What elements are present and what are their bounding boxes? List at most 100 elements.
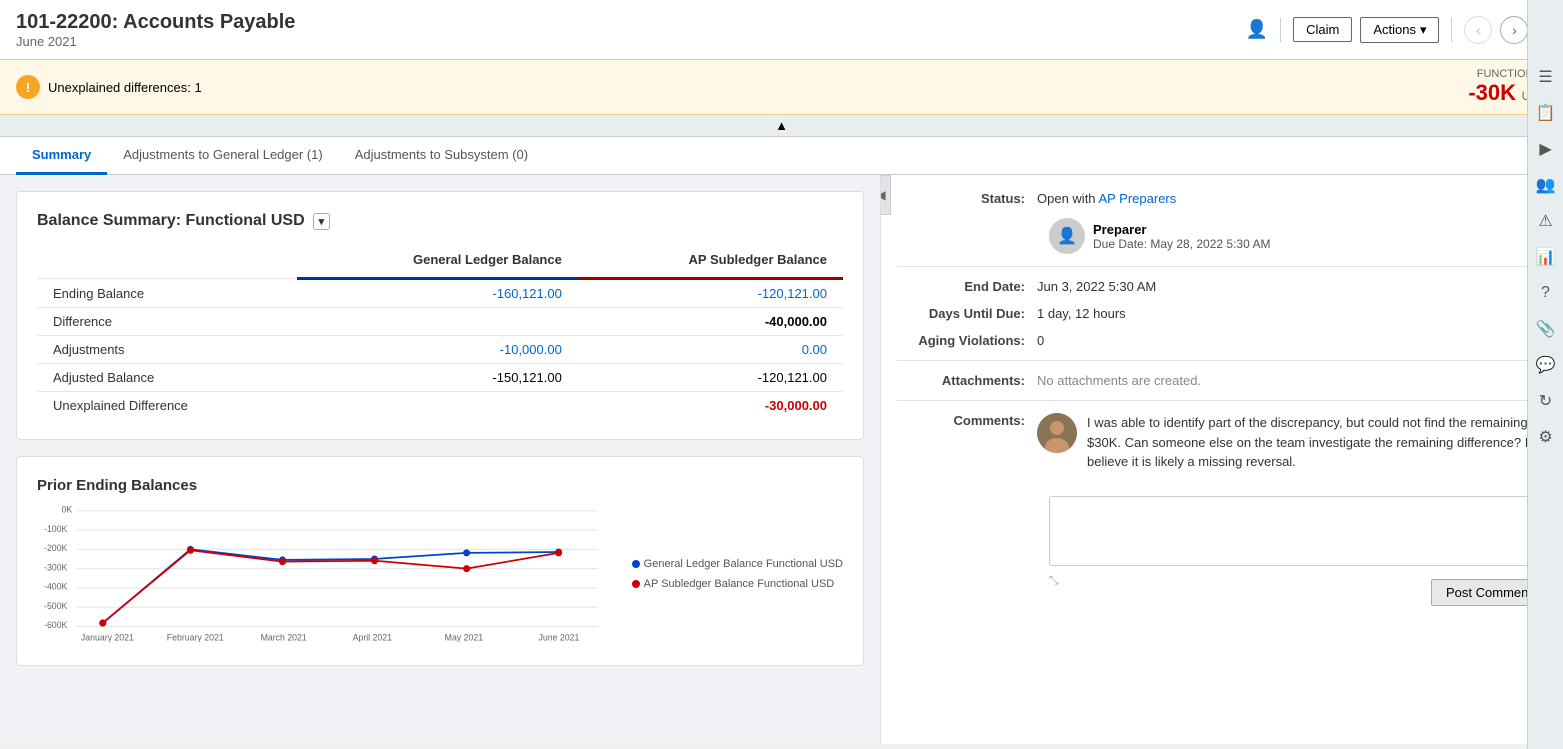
legend-ap: AP Subledger Balance Functional USD [632,578,843,590]
comment-input-area: ⤡ Post Comment [1049,496,1547,606]
main-content: Balance Summary: Functional USD ▾ Genera… [0,175,1563,744]
svg-text:-600K: -600K [44,620,68,630]
row-ap-value: 0.00 [578,336,843,364]
row-ap-value: -120,121.00 [578,279,843,308]
attachments-label: Attachments: [897,373,1037,388]
balance-table: General Ledger Balance AP Subledger Bala… [37,246,843,419]
warning-bar: ! Unexplained differences: 1 FUNCTIONAL … [0,60,1563,115]
svg-text:-400K: -400K [44,582,68,592]
attachments-value: No attachments are created. [1037,373,1201,388]
sidebar-icons: ☰ 📋 ▶ 👥 ⚠ 📊 ? 📎 💬 ↻ ⚙ [1527,0,1563,749]
nav-prev-button[interactable]: ‹ [1464,16,1492,44]
right-panel-collapse-btn[interactable]: ◀ [880,175,891,215]
aging-value: 0 [1037,333,1044,348]
nav-next-button[interactable]: › [1500,16,1528,44]
sidebar-list-icon[interactable]: ☰ [1529,60,1563,94]
comment-textarea[interactable] [1049,496,1547,566]
account-name: Accounts Payable [123,11,295,33]
svg-text:-200K: -200K [44,543,68,553]
actions-label: Actions [1373,22,1416,37]
preparer-due-date: Due Date: May 28, 2022 5:30 AM [1093,237,1270,251]
chart-card: Prior Ending Balances 0K -100K -200K -30… [16,456,864,666]
header-actions: 👤 Claim Actions ▾ ‹ › × [1246,16,1547,44]
balance-summary-card: Balance Summary: Functional USD ▾ Genera… [16,191,864,440]
divider2 [1451,18,1452,42]
sidebar-doc-icon[interactable]: 📋 [1529,96,1563,130]
legend-ap-label: AP Subledger Balance Functional USD [644,578,835,590]
functional-amount: -30K [1468,80,1516,105]
account-title: 101-22200: Accounts Payable [16,11,295,34]
top-header: 101-22200: Accounts Payable June 2021 👤 … [0,0,1563,60]
sidebar-play-icon[interactable]: ▶ [1529,132,1563,166]
sidebar-settings-icon[interactable]: ⚙ [1529,420,1563,454]
sidebar-chat-icon[interactable]: 💬 [1529,348,1563,382]
table-row: Adjusted Balance -150,121.00 -120,121.00 [37,364,843,392]
row-label: Difference [37,308,297,336]
divider [1280,18,1281,42]
warning-message: Unexplained differences: 1 [48,80,202,95]
row-gl-value: -160,121.00 [297,279,578,308]
row-label: Adjusted Balance [37,364,297,392]
separator1 [897,266,1547,267]
days-until-label: Days Until Due: [897,306,1037,321]
account-code: 101-22200: [16,11,118,33]
svg-text:-300K: -300K [44,562,68,572]
period-label: June 2021 [16,34,295,49]
separator3 [897,400,1547,401]
collapse-icon: ▲ [775,118,788,133]
balance-dropdown-icon[interactable]: ▾ [313,213,331,230]
preparer-avatar: 👤 [1049,218,1085,254]
col-ap-header: AP Subledger Balance [578,246,843,279]
aging-label: Aging Violations: [897,333,1037,348]
legend-gl-dot [632,560,640,568]
svg-text:May 2021: May 2021 [445,633,484,643]
warning-left: ! Unexplained differences: 1 [16,75,202,99]
right-panel: ◀ Status: Open with AP Preparers 👤 Prepa… [880,175,1563,744]
col-gl-header: General Ledger Balance [297,246,578,279]
balance-summary-title: Balance Summary: Functional USD ▾ [37,212,843,230]
chart-container: 0K -100K -200K -300K -400K -500K -600K [37,502,616,645]
sidebar-user-cog-icon[interactable]: 👥 [1529,168,1563,202]
legend-gl-label: General Ledger Balance Functional USD [644,558,843,570]
svg-text:February 2021: February 2021 [167,633,224,643]
sidebar-paperclip-icon[interactable]: 📎 [1529,312,1563,346]
row-label: Adjustments [37,336,297,364]
sidebar-question-icon[interactable]: ? [1529,276,1563,310]
tabs-bar: Summary Adjustments to General Ledger (1… [0,137,1563,175]
status-link[interactable]: AP Preparers [1098,191,1176,206]
end-date-row: End Date: Jun 3, 2022 5:30 AM [897,279,1547,294]
row-gl-value [297,308,578,336]
actions-button[interactable]: Actions ▾ [1360,17,1439,43]
comment-row: I was able to identify part of the discr… [1037,413,1547,472]
days-until-value: 1 day, 12 hours [1037,306,1126,321]
end-date-label: End Date: [897,279,1037,294]
svg-text:April 2021: April 2021 [353,633,393,643]
user-icon: 👤 [1246,19,1268,40]
sidebar-data-icon[interactable]: 📊 [1529,240,1563,274]
chart-area: 0K -100K -200K -300K -400K -500K -600K [37,502,843,645]
tab-summary[interactable]: Summary [16,137,107,175]
svg-text:-100K: -100K [44,524,68,534]
status-label: Status: [897,191,1037,206]
tab-subsystem[interactable]: Adjustments to Subsystem (0) [339,137,544,175]
sidebar-warning-icon[interactable]: ⚠ [1529,204,1563,238]
row-ap-value: -30,000.00 [578,392,843,420]
warning-icon: ! [16,75,40,99]
preparer-avatar-row: 👤 Preparer Due Date: May 28, 2022 5:30 A… [1049,218,1270,254]
row-label: Ending Balance [37,279,297,308]
row-gl-value [297,392,578,420]
legend-gl: General Ledger Balance Functional USD [632,558,843,570]
table-row: Unexplained Difference -30,000.00 [37,392,843,420]
collapse-bar[interactable]: ▲ [0,115,1563,137]
comments-row: Comments: I was able to identify part of… [897,413,1547,484]
claim-button[interactable]: Claim [1293,17,1352,42]
row-ap-value: -120,121.00 [578,364,843,392]
status-row: Status: Open with AP Preparers [897,191,1547,206]
status-value: Open with AP Preparers [1037,191,1176,206]
sidebar-refresh-icon[interactable]: ↻ [1529,384,1563,418]
chart-svg: 0K -100K -200K -300K -400K -500K -600K [37,502,616,642]
days-until-row: Days Until Due: 1 day, 12 hours [897,306,1547,321]
resize-handle-icon: ⤡ [1049,573,1059,606]
tab-gl[interactable]: Adjustments to General Ledger (1) [107,137,338,175]
chart-legend: General Ledger Balance Functional USD AP… [624,502,843,645]
